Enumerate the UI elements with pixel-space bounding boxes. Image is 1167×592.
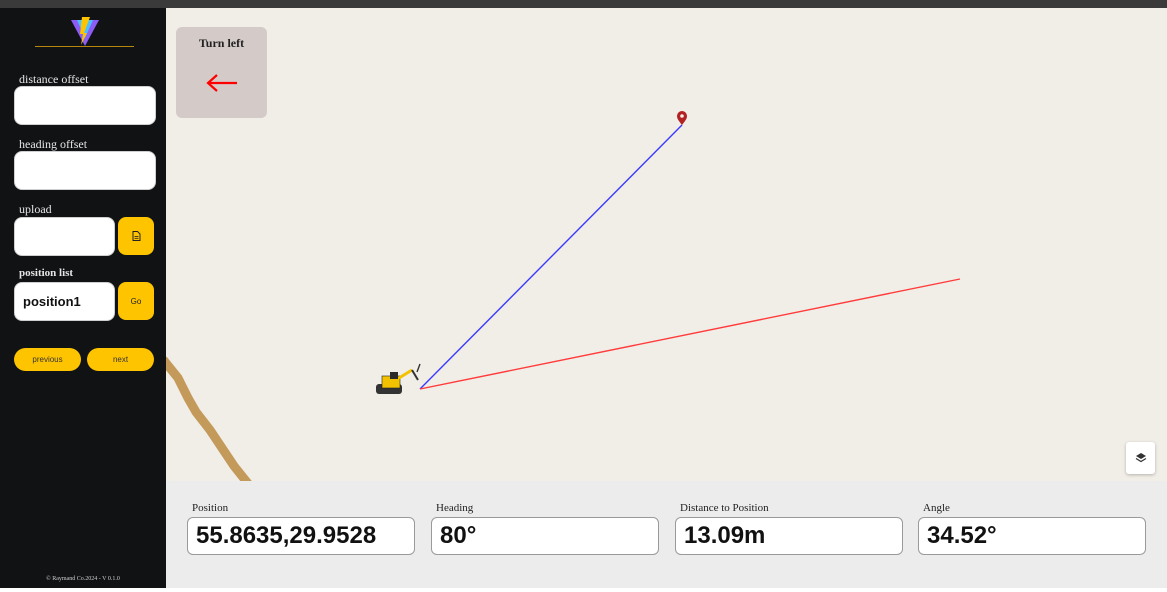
- position-list-label: position list: [19, 267, 74, 279]
- turn-instruction-panel: Turn left: [176, 27, 267, 118]
- layers-icon: [1135, 453, 1146, 463]
- distance-offset-label: distance offset: [19, 72, 89, 86]
- file-icon: [132, 231, 140, 241]
- heading-value: 80°: [431, 517, 659, 555]
- top-bar: [0, 0, 1167, 8]
- heading-line: [419, 278, 961, 390]
- map-view[interactable]: Turn left: [166, 8, 1167, 481]
- upload-label: upload: [19, 202, 52, 216]
- copyright-footer: © Raymand Co.2024 - V 0.1.0: [46, 576, 120, 582]
- upload-input[interactable]: [14, 217, 115, 256]
- heading-offset-label: heading offset: [19, 137, 88, 151]
- map-pin-icon[interactable]: [677, 111, 687, 125]
- layers-button[interactable]: [1126, 442, 1155, 474]
- distance-offset-input[interactable]: [14, 86, 156, 125]
- position-label: Position: [192, 502, 229, 514]
- arrow-left-icon: [206, 74, 237, 92]
- logo-divider: [35, 46, 134, 47]
- angle-value: 34.52°: [918, 517, 1146, 555]
- angle-label: Angle: [923, 502, 950, 514]
- distance-label: Distance to Position: [680, 502, 769, 514]
- next-button[interactable]: next: [87, 348, 154, 371]
- vite-logo-icon: [71, 17, 99, 46]
- heading-offset-input[interactable]: [14, 151, 156, 190]
- turn-instruction-title: Turn left: [198, 36, 245, 50]
- heading-label: Heading: [436, 502, 474, 514]
- previous-button[interactable]: previous: [14, 348, 81, 371]
- upload-button[interactable]: [118, 217, 154, 255]
- distance-value: 13.09m: [675, 517, 903, 555]
- position-value: 55.8635,29.9528: [187, 517, 415, 555]
- go-button[interactable]: Go: [118, 282, 154, 320]
- excavator-icon: [376, 363, 421, 394]
- map-road: [166, 356, 252, 481]
- target-line: [419, 124, 683, 390]
- position-list-input[interactable]: [14, 282, 115, 321]
- stats-panel: Position 55.8635,29.9528 Heading 80° Dis…: [166, 481, 1167, 588]
- sidebar: distance offset heading offset upload po…: [0, 8, 166, 588]
- map-overlay: [166, 111, 961, 481]
